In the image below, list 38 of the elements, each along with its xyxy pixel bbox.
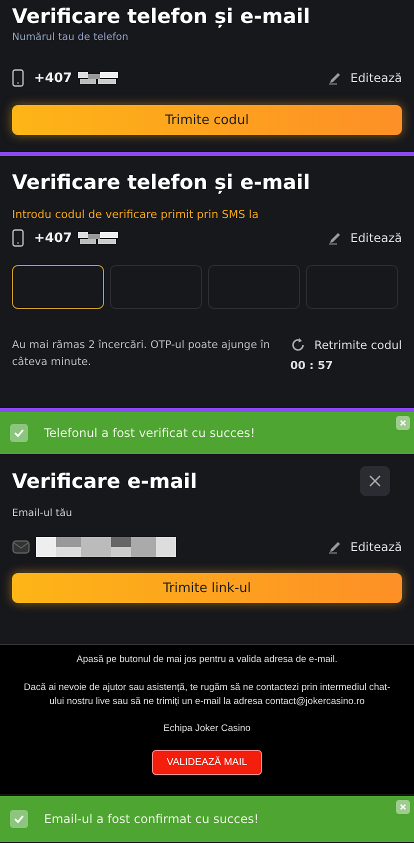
email-paragraph: Echipa Joker Casino bbox=[163, 722, 251, 736]
send-code-button[interactable]: Trimite codul bbox=[12, 105, 402, 135]
screen-title: Verificare e-mail bbox=[12, 469, 198, 493]
edit-button[interactable]: Editează bbox=[328, 231, 402, 245]
email-paragraph: Dacă ai nevoie de ajutor sau asistență, te rugăm să ne contactezi prin intermediul chat-ului nostru live sau să ne trimiți un e-mail la adresa contact@jokercasino.ro bbox=[22, 680, 392, 708]
refresh-icon bbox=[290, 337, 306, 353]
field-label: Numărul tau de telefon bbox=[12, 32, 130, 43]
send-link-button[interactable]: Trimite link-ul bbox=[12, 573, 402, 603]
check-icon bbox=[10, 424, 28, 442]
toast-message: Telefonul a fost verificat cu succes! bbox=[44, 426, 256, 440]
validate-mail-button[interactable]: VALIDEAZĂ MAIL bbox=[152, 750, 262, 776]
phone-icon bbox=[12, 229, 24, 247]
screen-title: Verificare telefon și e-mail bbox=[12, 4, 312, 28]
check-icon bbox=[10, 810, 28, 828]
envelope-icon bbox=[12, 540, 30, 554]
close-icon[interactable] bbox=[396, 800, 410, 814]
redaction-blur bbox=[78, 71, 118, 85]
code-input-field[interactable] bbox=[12, 265, 104, 309]
phone-number: +407 bbox=[34, 70, 72, 86]
field-label: Email-ul tău bbox=[12, 508, 74, 519]
close-button[interactable] bbox=[360, 466, 390, 496]
phone-icon bbox=[12, 69, 24, 87]
countdown-timer: 00 : 57 bbox=[290, 359, 333, 372]
toast-message: Email-ul a fost confirmat cu succes! bbox=[44, 812, 259, 826]
screen-title: Verificare telefon și e-mail bbox=[12, 170, 312, 194]
edit-button[interactable]: Editează bbox=[328, 540, 402, 554]
attempts-hint: Au mai rămas 2 încercări. OTP-ul poate ajunge în câteva minute. bbox=[12, 338, 271, 370]
resend-code-button[interactable]: Retrimite codul bbox=[290, 337, 402, 353]
phone-number: +407 bbox=[34, 230, 72, 246]
close-icon bbox=[368, 474, 382, 488]
pencil-icon bbox=[328, 231, 342, 245]
instruction-text: Introdu codul de verificare primit prin SMS la bbox=[12, 208, 260, 221]
email-paragraph: Apasă pe butonul de mai jos pentru a valida adresa de e-mail. bbox=[76, 653, 338, 667]
pencil-icon bbox=[328, 540, 342, 554]
edit-button[interactable]: Editează bbox=[328, 71, 402, 85]
close-icon[interactable] bbox=[396, 416, 410, 430]
redaction-blur bbox=[78, 231, 118, 245]
pencil-icon bbox=[328, 71, 342, 85]
